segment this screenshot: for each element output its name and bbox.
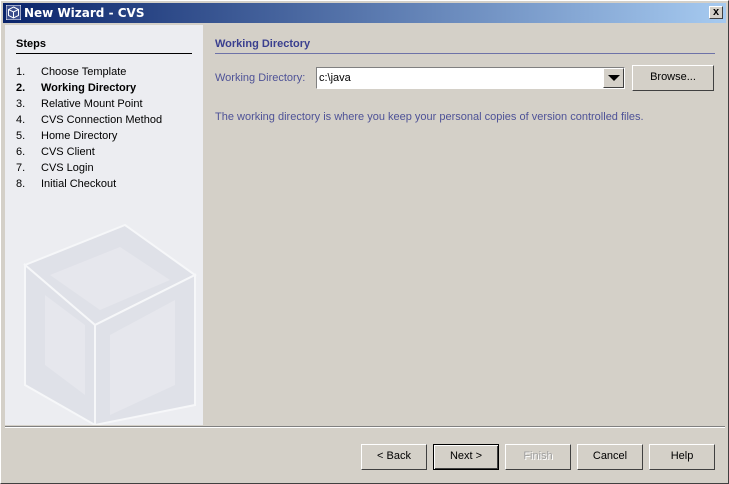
cancel-button[interactable]: Cancel [577, 444, 643, 470]
steps-panel: Steps 1. Choose Template 2. Working Dire… [5, 25, 203, 425]
chevron-down-icon [608, 75, 620, 81]
window-title: New Wizard - CVS [24, 6, 145, 20]
section-title: Working Directory [215, 38, 311, 50]
footer-divider-highlight [5, 427, 725, 428]
close-button[interactable]: x [709, 6, 723, 19]
step-label: CVS Client [41, 146, 95, 158]
browse-button[interactable]: Browse... [632, 65, 714, 91]
steps-heading: Steps [16, 38, 46, 50]
step-label: Choose Template [41, 66, 127, 78]
step-label: CVS Login [41, 162, 94, 174]
step-label: Home Directory [41, 130, 118, 142]
title-bar[interactable]: New Wizard - CVS x [3, 3, 726, 23]
working-directory-label: Working Directory: [215, 72, 306, 84]
step-label: Initial Checkout [41, 178, 117, 190]
app-cube-icon [6, 5, 21, 20]
step-number: 7. [16, 162, 26, 174]
step-number: 6. [16, 146, 26, 158]
content-panel: Working Directory Working Directory: Bro… [203, 25, 727, 425]
finish-button[interactable]: Finish [505, 444, 571, 470]
step-label: Working Directory [41, 82, 137, 94]
wizard-window: New Wizard - CVS x Steps 1. Choose Templ… [0, 0, 729, 484]
step-number: 4. [16, 114, 26, 126]
step-number: 1. [16, 66, 26, 78]
section-divider [215, 53, 715, 54]
step-number: 5. [16, 130, 26, 142]
working-directory-input[interactable] [319, 70, 599, 85]
help-description: The working directory is where you keep … [215, 111, 644, 123]
next-button[interactable]: Next > [433, 444, 499, 470]
step-number: 8. [16, 178, 26, 190]
step-label: CVS Connection Method [41, 114, 163, 126]
steps-divider [16, 53, 192, 54]
step-number: 3. [16, 98, 26, 110]
step-number: 2. [16, 82, 26, 94]
dropdown-button[interactable] [603, 68, 624, 88]
close-icon: x [712, 6, 720, 18]
help-button[interactable]: Help [649, 444, 715, 470]
step-label: Relative Mount Point [41, 98, 143, 110]
working-directory-combobox[interactable] [316, 67, 625, 89]
back-button[interactable]: < Back [361, 444, 427, 470]
